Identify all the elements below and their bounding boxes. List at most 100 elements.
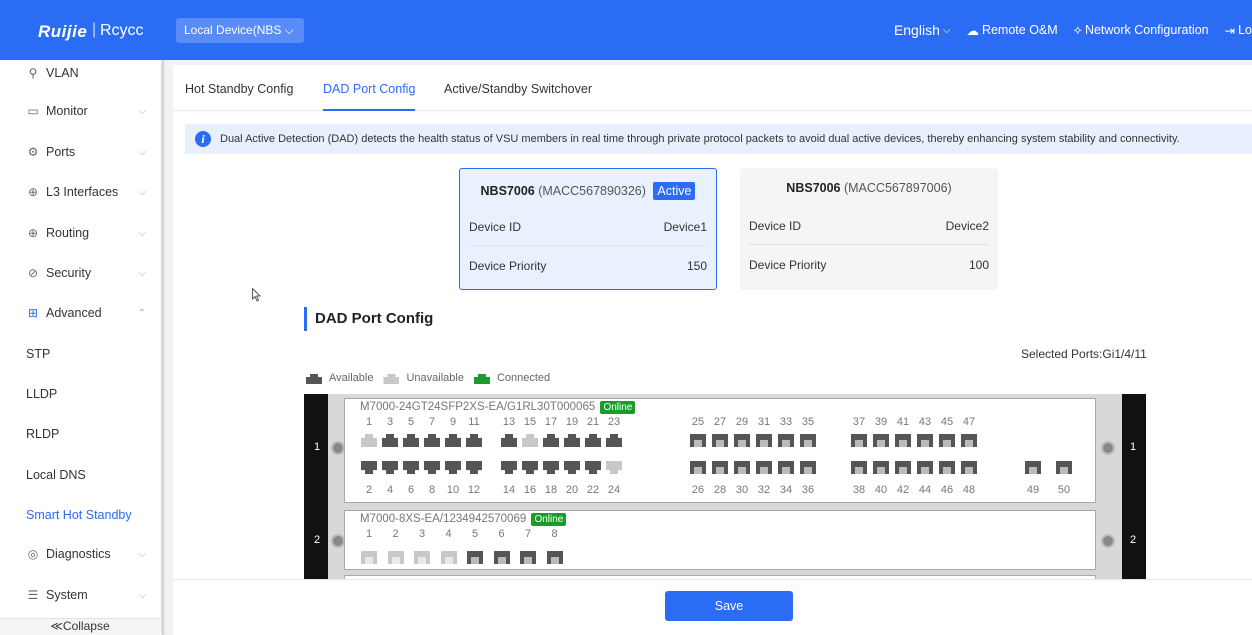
port-number: 25 xyxy=(691,416,705,428)
port-x4[interactable] xyxy=(440,551,457,564)
device-card-1[interactable]: NBS7006 (MACC567890326) Active Device ID… xyxy=(459,168,717,290)
port-41[interactable] xyxy=(895,434,911,447)
device-select[interactable]: Local Device(NBS ⌵ xyxy=(176,18,304,43)
sidebar-item-diagnostics[interactable]: ◎ Diagnostics ⌵ xyxy=(0,534,160,574)
port-25[interactable] xyxy=(690,434,706,447)
port-44[interactable] xyxy=(917,461,933,474)
port-37[interactable] xyxy=(851,434,867,447)
chevron-down-icon: ⌵ xyxy=(942,24,951,36)
port-48[interactable] xyxy=(961,461,977,474)
sidebar-item-advanced[interactable]: ⊞ Advanced ⌃ xyxy=(0,293,160,333)
tab-active-standby-switchover[interactable]: Active/Standby Switchover xyxy=(444,82,592,111)
port-32[interactable] xyxy=(756,461,772,474)
port-x1[interactable] xyxy=(361,551,377,564)
port-17[interactable] xyxy=(543,434,559,447)
tab-hot-standby-config[interactable]: Hot Standby Config xyxy=(185,82,293,111)
port-45[interactable] xyxy=(939,434,955,447)
port-6[interactable] xyxy=(403,461,419,474)
sidebar-subitem-local-dns[interactable]: Local DNS xyxy=(0,455,160,495)
sidebar-subitem-lldp[interactable]: LLDP xyxy=(0,374,160,414)
port-34[interactable] xyxy=(778,461,794,474)
top-bar: Ruijie | Rcycc Local Device(NBS ⌵ Englis… xyxy=(0,0,1252,60)
slot-number: 1 xyxy=(1130,441,1137,453)
port-number: 36 xyxy=(801,484,815,496)
port-10[interactable] xyxy=(445,461,461,474)
port-19[interactable] xyxy=(564,434,580,447)
port-number: 20 xyxy=(565,484,579,496)
port-15[interactable] xyxy=(522,434,538,447)
port-x2[interactable] xyxy=(387,551,404,564)
port-40[interactable] xyxy=(873,461,889,474)
language-select[interactable]: English ⌵ xyxy=(894,22,951,38)
port-3[interactable] xyxy=(382,434,398,447)
port-50[interactable] xyxy=(1056,461,1072,474)
port-23[interactable] xyxy=(606,434,622,447)
sidebar-item-vlan[interactable]: ⚲ VLAN xyxy=(0,60,160,86)
sidebar-item-label: Diagnostics xyxy=(46,547,111,561)
device-priority-label: Device Priority xyxy=(469,259,547,273)
port-42[interactable] xyxy=(895,461,911,474)
port-2[interactable] xyxy=(361,461,377,474)
port-36[interactable] xyxy=(800,461,816,474)
port-33[interactable] xyxy=(778,434,794,447)
port-number: 40 xyxy=(874,484,888,496)
port-13[interactable] xyxy=(501,434,517,447)
port-39[interactable] xyxy=(873,434,889,447)
sidebar-item-security[interactable]: ⊘ Security ⌵ xyxy=(0,253,160,293)
port-46[interactable] xyxy=(939,461,955,474)
remote-om-link[interactable]: ☁ Remote O&M xyxy=(966,23,1057,38)
port-x8[interactable] xyxy=(546,551,563,564)
sidebar-item-ports[interactable]: ⚙ Ports ⌵ xyxy=(0,132,160,172)
info-icon: i xyxy=(195,131,211,147)
logout-link[interactable]: ⇥ Lo xyxy=(1225,23,1252,38)
port-29[interactable] xyxy=(734,434,750,447)
port-14[interactable] xyxy=(501,461,517,474)
port-x6[interactable] xyxy=(493,551,510,564)
sidebar-subitem-smart-hot-standby[interactable]: Smart Hot Standby xyxy=(0,495,160,535)
sidebar-item-routing[interactable]: ⊕ Routing ⌵ xyxy=(0,213,160,253)
port-11[interactable] xyxy=(466,434,482,447)
port-16[interactable] xyxy=(522,461,538,474)
port-7[interactable] xyxy=(424,434,440,447)
sidebar-subitem-stp[interactable]: STP xyxy=(0,334,160,374)
port-8[interactable] xyxy=(424,461,440,474)
port-21[interactable] xyxy=(585,434,601,447)
port-12[interactable] xyxy=(466,461,482,474)
port-1[interactable] xyxy=(361,434,377,447)
reyee-logo: Rcycc xyxy=(100,22,144,39)
sidebar-item-l3-interfaces[interactable]: ⊕ L3 Interfaces ⌵ xyxy=(0,172,160,212)
tab-dad-port-config[interactable]: DAD Port Config xyxy=(323,82,416,111)
port-9[interactable] xyxy=(445,434,461,447)
port-47[interactable] xyxy=(961,434,977,447)
port-43[interactable] xyxy=(917,434,933,447)
sidebar-subitem-rldp[interactable]: RLDP xyxy=(0,414,160,454)
port-26[interactable] xyxy=(690,461,706,474)
collapse-button[interactable]: ≪Collapse xyxy=(0,618,160,635)
sidebar-item-monitor[interactable]: ▭ Monitor ⌵ xyxy=(0,91,160,131)
network-config-link[interactable]: ⟡ Network Configuration xyxy=(1074,23,1209,38)
port-27[interactable] xyxy=(712,434,728,447)
port-number: 29 xyxy=(735,416,749,428)
port-35[interactable] xyxy=(800,434,816,447)
port-x7[interactable] xyxy=(520,551,536,564)
sidebar-scrollbar[interactable] xyxy=(161,60,164,635)
port-49[interactable] xyxy=(1025,461,1041,474)
port-31[interactable] xyxy=(756,434,772,447)
sidebar-item-system[interactable]: ☰ System ⌵ xyxy=(0,575,160,615)
slot-number: 1 xyxy=(314,441,321,453)
port-x3[interactable] xyxy=(414,551,430,564)
save-button[interactable]: Save xyxy=(665,591,793,621)
port-4[interactable] xyxy=(382,461,398,474)
port-38[interactable] xyxy=(851,461,867,474)
port-28[interactable] xyxy=(712,461,728,474)
port-20[interactable] xyxy=(564,461,580,474)
port-x5[interactable] xyxy=(467,551,483,564)
line-card-2: M7000-8XS-EA/1234942570069 Online 1 2 3 4 5 6… xyxy=(344,510,1096,570)
port-22[interactable] xyxy=(585,461,601,474)
device-card-2[interactable]: NBS7006 (MACC567897006) Device ID Device… xyxy=(740,168,998,290)
sidebar-item-label: Routing xyxy=(46,226,90,240)
port-24[interactable] xyxy=(606,461,622,474)
port-30[interactable] xyxy=(734,461,750,474)
port-18[interactable] xyxy=(543,461,559,474)
port-5[interactable] xyxy=(403,434,419,447)
